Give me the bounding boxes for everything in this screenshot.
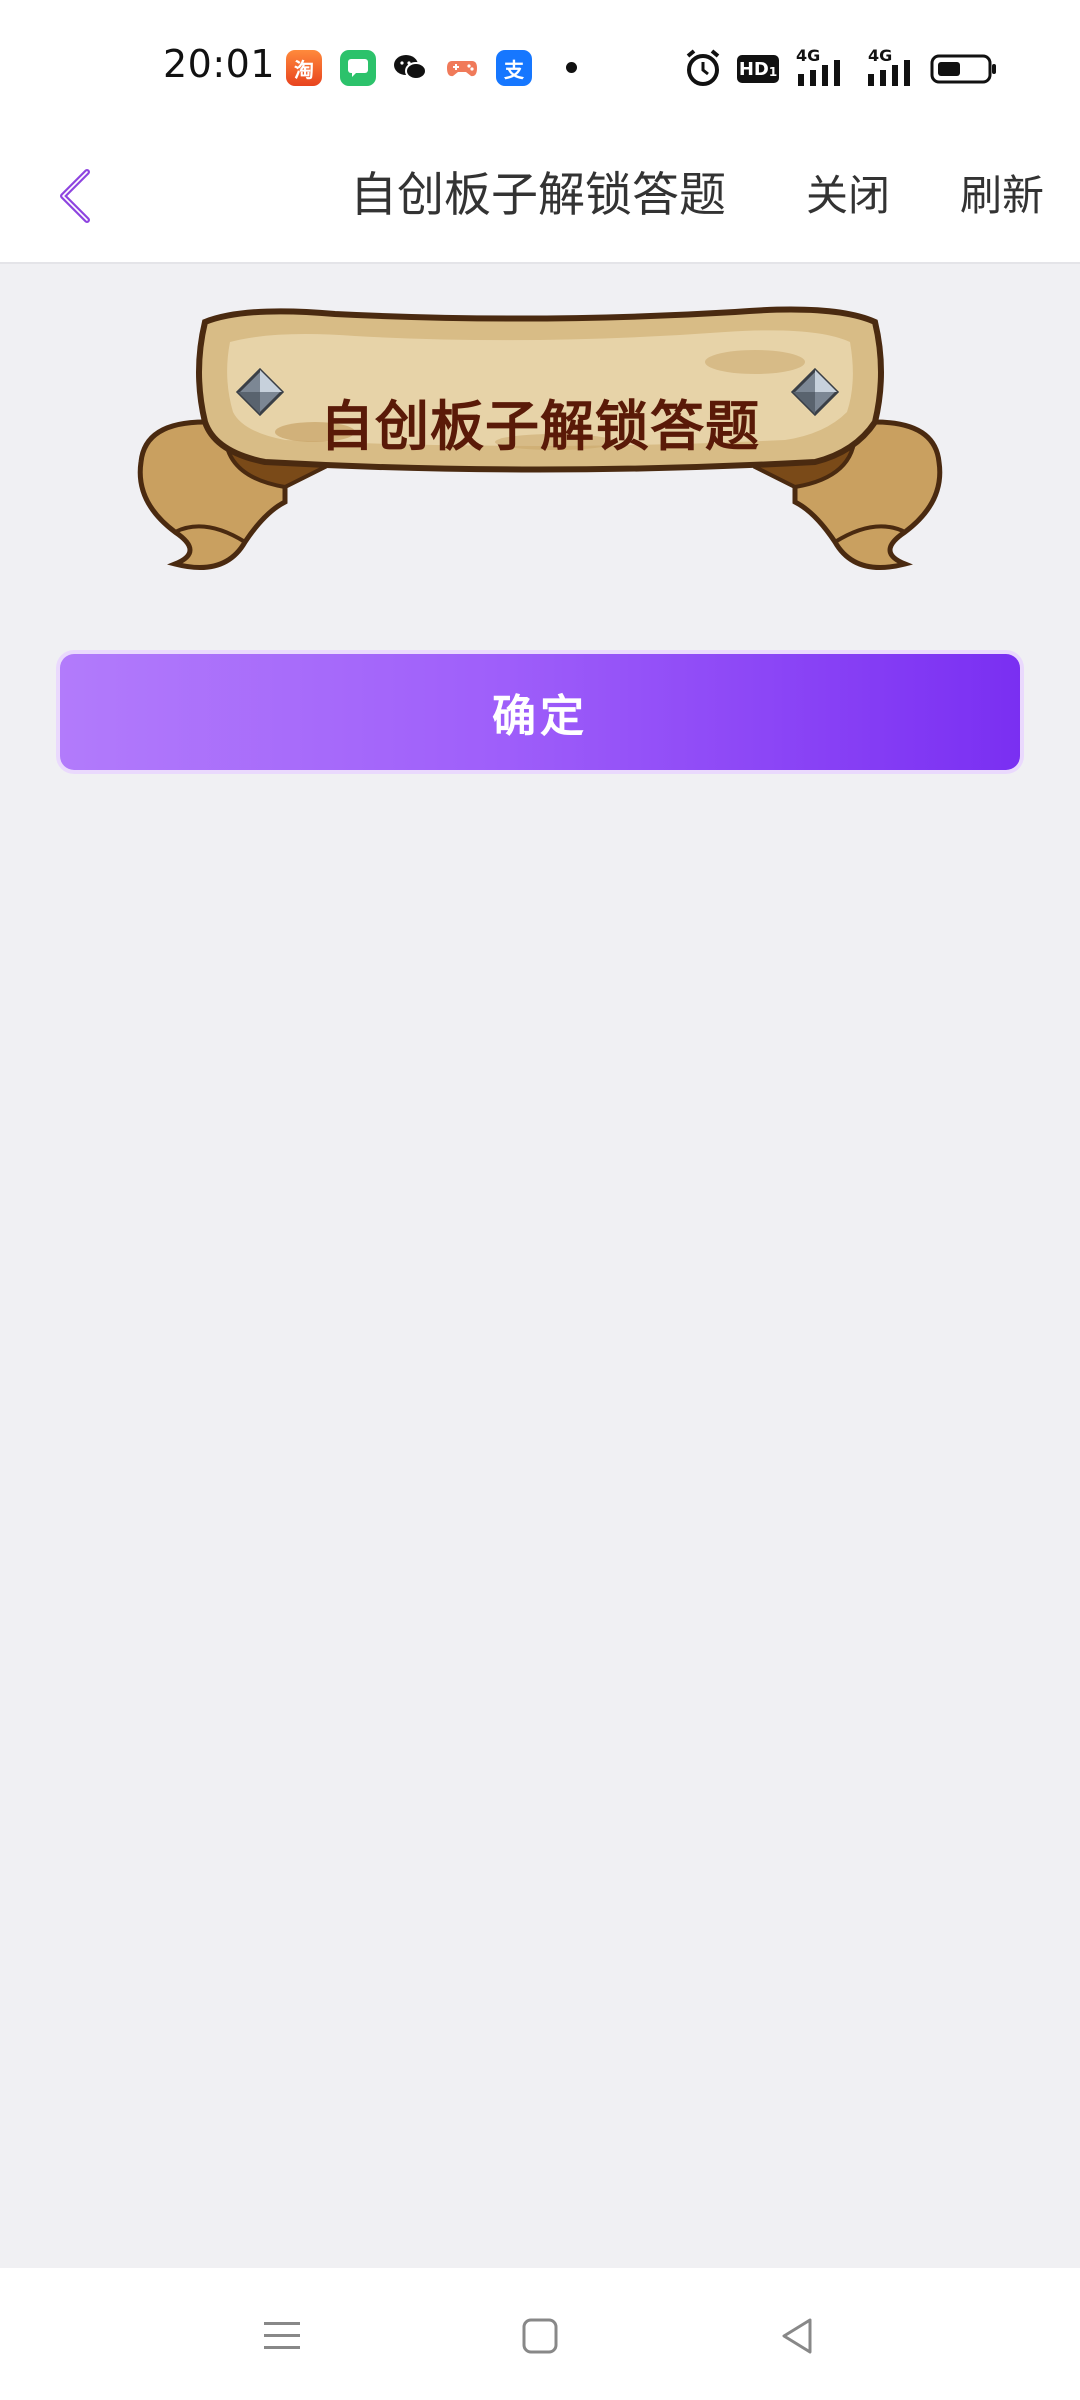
confirm-button[interactable]: 确定 [60,654,1020,770]
chat-bubble-icon [340,50,376,86]
menu-lines-icon [264,2322,300,2349]
system-navigation-bar [0,2268,1080,2400]
scroll-banner: 自创板子解锁答题 [135,302,945,572]
alarm-icon [684,48,722,92]
taobao-glyph: 淘 [294,57,314,82]
battery-icon [930,54,998,88]
hd-voice-icon: HD 1 [737,55,779,83]
navigation-bar: 自创板子解锁答题 关闭 刷新 [0,136,1080,264]
alipay-icon: 支 [496,50,532,86]
status-time: 20:01 [163,42,276,86]
signal-4g-icon-2: 4G [862,46,914,86]
hd-sub-label: 1 [768,65,778,79]
hd-label: HD [738,58,769,80]
signal-4g-icon-1: 4G [796,46,844,86]
wechat-icon [392,50,428,86]
page-title: 自创板子解锁答题 [350,168,726,223]
home-square-icon [522,2318,558,2354]
refresh-button[interactable]: 刷新 [960,158,1044,234]
back-triangle-icon [782,2318,812,2354]
home-button[interactable] [508,2304,572,2368]
game-controller-icon [444,50,480,86]
chevron-left-icon [60,169,90,223]
content-area: 自创板子解锁答题 确定 [0,264,1080,2268]
more-notifications-dot [566,62,577,73]
alipay-glyph: 支 [504,57,524,82]
taobao-icon: 淘 [286,50,322,86]
banner-title: 自创板子解锁答题 [320,393,760,458]
status-bar: 20:01 淘 支 HD 1 4G 4G [0,0,1080,136]
back-button[interactable] [40,158,110,234]
system-back-button[interactable] [766,2304,830,2368]
recent-apps-button[interactable] [250,2304,314,2368]
close-button[interactable]: 关闭 [806,158,890,234]
